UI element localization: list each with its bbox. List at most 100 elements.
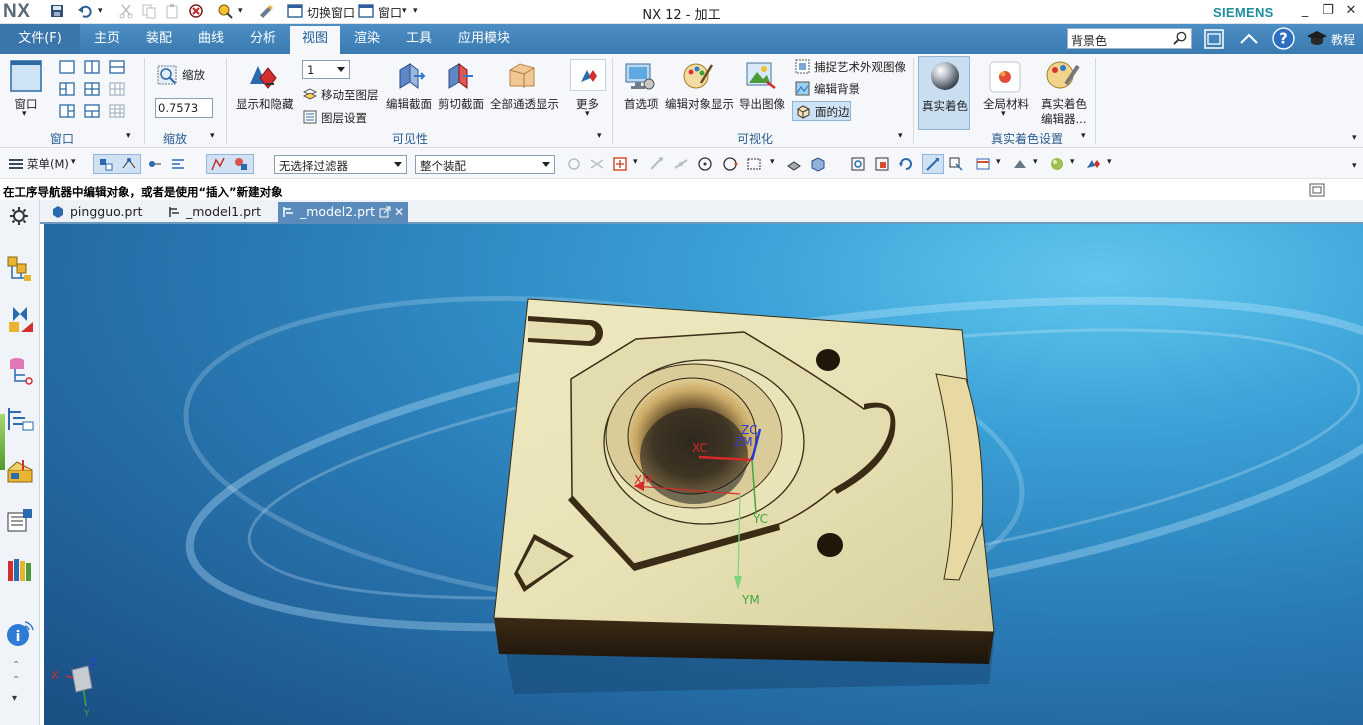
tab-tools[interactable]: 工具 [397,24,441,54]
shaded-display-icon[interactable] [1012,156,1028,172]
minimize-button[interactable]: _ [1294,2,1316,20]
doc-tab[interactable]: _model1.prt [164,202,268,224]
clip-section-icon[interactable] [443,60,475,92]
full-screen-icon[interactable] [1203,28,1225,50]
switch-window-button[interactable]: 切换窗口 [307,4,355,21]
show-all-transparent-icon[interactable] [506,60,538,92]
touch-mode-icon[interactable] [258,3,274,19]
rectangle-dropdown-icon[interactable]: ▾ [770,157,775,167]
material-sphere-icon[interactable] [1049,156,1065,172]
tab-render[interactable]: 渲染 [345,24,389,54]
zoom-group-expand-icon[interactable]: ▾ [210,131,215,141]
edit-section-label[interactable]: 编辑截面 [386,96,432,112]
model-scene[interactable]: XC ZC ZM XM YC YM X Z Y [44,224,1363,725]
window-group-expand-icon[interactable]: ▾ [126,131,131,141]
snap-midpoint-icon[interactable] [673,156,689,172]
zoom-icon[interactable] [156,64,178,86]
window-menu-icon[interactable] [358,3,374,19]
menu-dropdown-icon[interactable]: ▾ [71,157,76,167]
preferences-label[interactable]: 首选项 [624,96,659,112]
show-hide-icon[interactable] [246,62,282,92]
file-menu[interactable]: 文件(F) [0,24,80,54]
edit-object-display-label[interactable]: 编辑对象显示 [665,96,734,112]
pan-icon[interactable] [925,156,941,172]
rectangle-select-icon[interactable] [746,156,762,172]
true-shading-editor-label-line2[interactable]: 编辑器... [1041,111,1086,127]
layer-settings-label[interactable]: 图层设置 [321,110,367,126]
fit-view-icon[interactable] [850,156,866,172]
small-hole[interactable] [817,533,843,557]
part-navigator-icon[interactable] [5,355,35,385]
point-constructor-icon[interactable] [612,156,628,172]
save-icon[interactable] [49,3,65,19]
layout-single-icon[interactable] [59,60,75,74]
close-tab-icon[interactable]: ✕ [394,202,404,222]
assembly-navigator-icon[interactable] [5,254,35,284]
constraint-navigator-icon[interactable] [5,304,35,334]
zoom-scale-input[interactable]: 0.7573 [155,98,213,118]
search-icon[interactable] [1173,31,1188,46]
tab-view[interactable]: 视图 [290,26,340,54]
true-shading-editor-label-line1[interactable]: 真实着色 [1041,96,1087,112]
small-hole[interactable] [816,349,840,371]
export-image-icon[interactable] [745,60,777,92]
shaded-dropdown-icon[interactable]: ▾ [1033,157,1038,167]
undo-dropdown-icon[interactable]: ▾ [98,6,103,16]
history-library-icon[interactable] [5,555,35,585]
material-dropdown-icon[interactable]: ▾ [1070,157,1075,167]
global-material-label[interactable]: 全局材料 [983,96,1029,112]
view-cube-icon[interactable] [810,156,826,172]
help-icon[interactable]: ? [1272,27,1295,50]
snap-endpoint-icon[interactable] [648,156,664,172]
work-layer-select[interactable]: 1 [302,60,350,79]
display-dropdown-icon[interactable]: ▾ [1107,157,1112,167]
select-body-icon[interactable] [121,156,137,172]
doc-tab[interactable]: pingguo.prt [48,202,156,224]
tab-home[interactable]: 主页 [85,24,129,54]
command-finder-icon[interactable] [217,3,233,19]
scroll-mid-icon[interactable]: ⌃ [12,675,20,686]
menu-button[interactable]: 菜单(M) [27,156,69,172]
select-component-icon[interactable] [147,156,163,172]
restore-button[interactable]: ❐ [1317,2,1339,20]
window-menu-button[interactable]: 窗口 [378,4,402,21]
face-edges-toggle[interactable]: 面的边 [792,101,851,121]
display-options-icon[interactable] [1085,156,1101,172]
switch-window-icon[interactable] [287,3,303,19]
snap-quadrant-icon[interactable] [722,156,738,172]
point-dropdown-icon[interactable]: ▾ [633,157,638,167]
edit-object-display-icon[interactable] [681,59,715,93]
layout-four-icon[interactable] [84,82,100,96]
preferences-icon[interactable] [623,60,655,92]
window-dropdown-icon[interactable]: ▾ [402,6,407,16]
layout-left-split-icon[interactable] [59,82,75,96]
edit-section-icon[interactable] [394,60,426,92]
more-dropdown-icon[interactable]: ▾ [585,109,590,119]
scroll-up-icon[interactable]: ⌃ [12,660,20,671]
search-input[interactable]: 背景色 [1067,28,1192,49]
capture-art-icon[interactable] [795,59,810,74]
operation-navigator-icon[interactable] [5,404,35,434]
selection-scope-select[interactable]: 整个装配 [415,155,555,174]
full-screen-toggle-icon[interactable] [1309,183,1325,197]
reuse-library-icon[interactable] [5,505,35,535]
select-feature-icon[interactable] [98,156,114,172]
rotate-icon[interactable] [898,156,914,172]
export-image-label[interactable]: 导出图像 [739,96,785,112]
close-button[interactable]: ✕ [1340,2,1362,20]
tab-application[interactable]: 应用模块 [451,24,517,54]
snap-intersection-icon[interactable] [233,156,249,172]
rendering-dropdown-icon[interactable]: ▾ [996,157,1001,167]
visualization-group-expand-icon[interactable]: ▾ [898,131,903,141]
global-material-icon[interactable] [988,60,1022,94]
tab-analysis[interactable]: 分析 [241,24,285,54]
show-hide-label[interactable]: 显示和隐藏 [236,96,294,112]
global-material-dropdown-icon[interactable]: ▾ [1001,109,1006,119]
ribbon-options-icon[interactable]: ▾ [1352,133,1357,143]
type-filter-select[interactable]: 无选择过滤器 [274,155,407,174]
tab-curve[interactable]: 曲线 [189,24,233,54]
finder-dropdown-icon[interactable]: ▾ [238,6,243,16]
layout-top-split-icon[interactable] [84,104,100,118]
move-to-layer-icon[interactable] [303,87,317,101]
delete-icon[interactable] [188,3,204,19]
